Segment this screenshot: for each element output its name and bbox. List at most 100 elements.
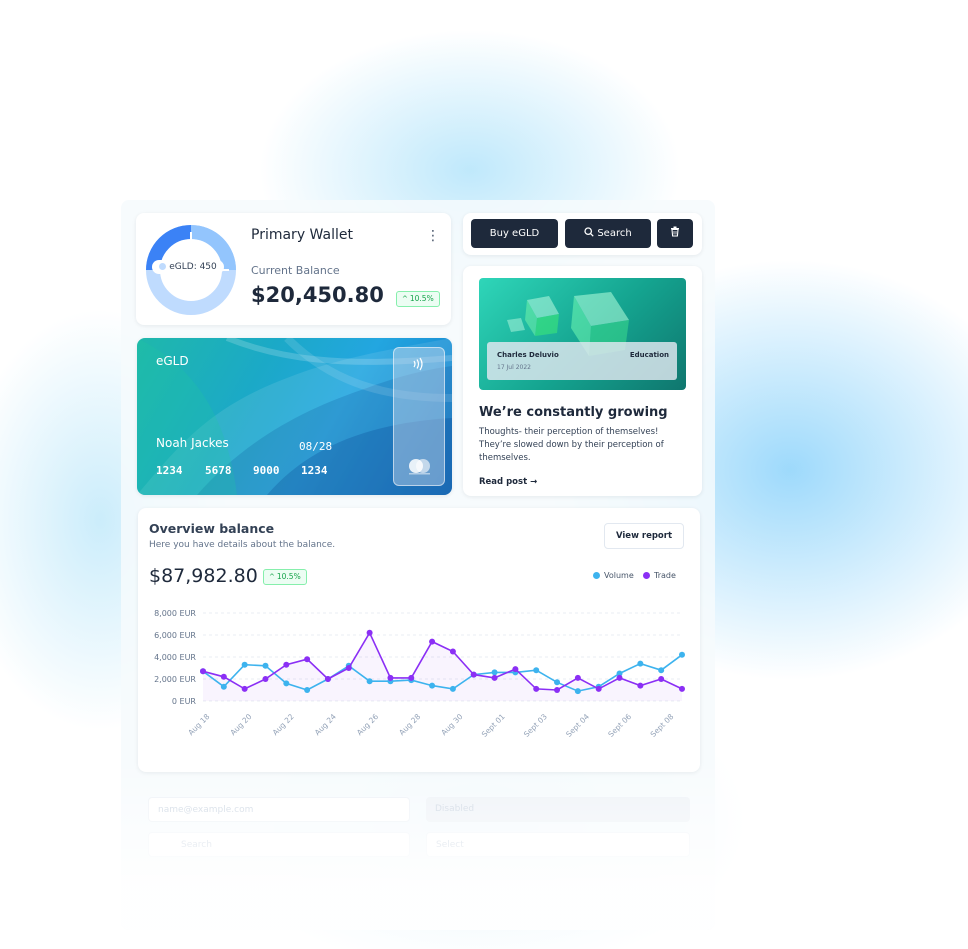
volume-data-point — [574, 688, 581, 695]
trade-data-point — [679, 685, 685, 692]
volume-data-point — [533, 667, 540, 674]
trade-data-point — [220, 673, 227, 680]
donut-tooltip-text: eGLD: 450 — [169, 262, 217, 272]
balance-amount: $20,450.80 — [251, 283, 384, 307]
y-tick-label: 0 EUR — [172, 697, 197, 706]
card-number-group: 9000 — [253, 464, 280, 477]
blog-category: Education — [629, 351, 669, 359]
volume-data-point — [241, 661, 248, 668]
trade-data-point — [616, 674, 623, 681]
trade-data-point — [200, 668, 206, 675]
select-input[interactable]: Select — [426, 832, 690, 857]
trade-data-point — [324, 676, 331, 682]
blog-author: Charles Deluvio — [497, 351, 559, 359]
volume-data-point — [283, 680, 290, 687]
trade-data-point — [470, 671, 477, 678]
email-placeholder: name@example.com — [158, 805, 254, 815]
disabled-input-label: Disabled — [435, 804, 475, 814]
overview-change-text: 10.5% — [276, 572, 301, 581]
volume-data-point — [429, 682, 436, 689]
select-placeholder: Select — [436, 840, 464, 850]
delete-button[interactable] — [657, 219, 693, 248]
card-number-group: 1234 — [301, 464, 328, 477]
y-tick-label: 6,000 EUR — [154, 631, 196, 640]
trash-icon — [671, 226, 679, 237]
blog-cover-image[interactable]: Charles Deluvio 17 Jul 2022 Education — [479, 278, 686, 390]
trade-data-point — [449, 648, 456, 655]
search-button-label: Search — [597, 228, 632, 239]
read-post-link[interactable]: Read post → — [479, 477, 537, 487]
legend-volume-label: Volume — [604, 571, 634, 580]
y-tick-label: 2,000 EUR — [154, 675, 196, 684]
view-report-button[interactable]: View report — [604, 523, 684, 549]
buy-egld-button[interactable]: Buy eGLD — [471, 219, 558, 248]
dashboard-window: eGLD: 450 Primary Wallet ⋮ Current Balan… — [121, 200, 715, 930]
search-icon — [584, 227, 594, 237]
card-brand: eGLD — [156, 354, 189, 368]
blog-meta-overlay: Charles Deluvio 17 Jul 2022 Education — [487, 342, 677, 380]
x-tick-label: Sept 03 — [522, 712, 549, 739]
disabled-input: Disabled — [426, 797, 690, 822]
trade-data-point — [574, 674, 581, 681]
trade-data-point — [366, 629, 373, 636]
x-tick-label: Aug 24 — [313, 712, 338, 737]
trade-data-point — [241, 685, 248, 692]
credit-card[interactable]: eGLD Noah Jackes 08/28 1234 5678 9000 12… — [137, 338, 452, 495]
contactless-icon — [413, 357, 423, 371]
kebab-vertical-icon[interactable]: ⋮ — [426, 228, 440, 244]
arrow-up-icon: ^ — [269, 573, 275, 581]
overview-total: $87,982.80 — [149, 565, 258, 587]
trade-data-point — [429, 638, 436, 645]
x-tick-label: Sept 01 — [480, 712, 507, 739]
volume-data-point — [679, 651, 685, 658]
blog-date: 17 Jul 2022 — [497, 364, 531, 371]
card-number-group: 1234 — [156, 464, 183, 477]
email-input[interactable]: name@example.com — [148, 797, 410, 822]
legend-dot-icon — [643, 571, 650, 579]
y-tick-label: 8,000 EUR — [154, 609, 196, 618]
blog-post-card: Charles Deluvio 17 Jul 2022 Education We… — [463, 266, 702, 496]
volume-data-point — [220, 683, 227, 690]
overview-balance-card: Overview balance Here you have details a… — [138, 508, 700, 772]
x-tick-label: Sept 06 — [606, 712, 633, 739]
trade-data-point — [533, 685, 540, 692]
trade-data-point — [262, 676, 269, 682]
overview-line-chart: 8,000 EUR 6,000 EUR 4,000 EUR 2,000 EUR 0 EU… — [154, 609, 685, 739]
search-placeholder: Search — [181, 840, 212, 850]
overview-subtitle: Here you have details about the balance. — [149, 540, 336, 550]
x-tick-label: Aug 20 — [228, 712, 253, 737]
card-number-group: 5678 — [205, 464, 232, 477]
search-button[interactable]: Search — [565, 219, 651, 248]
action-toolbar: Buy eGLD Search — [463, 213, 702, 255]
overview-change-badge: ^ 10.5% — [263, 569, 307, 585]
blog-excerpt: Thoughts- their perception of themselves… — [479, 427, 664, 463]
trade-data-point — [512, 666, 519, 673]
arrow-right-icon: → — [530, 477, 538, 487]
blog-title: We’re constantly growing — [479, 405, 668, 420]
donut-tooltip: eGLD: 450 — [152, 260, 224, 274]
trade-area — [203, 632, 682, 701]
legend-dot-icon — [593, 571, 600, 579]
card-holder-name: Noah Jackes — [156, 436, 229, 450]
wallet-title: Primary Wallet — [251, 227, 353, 243]
card-expiry: 08/28 — [299, 440, 333, 453]
overview-title: Overview balance — [149, 521, 275, 536]
x-tick-label: Sept 08 — [649, 712, 676, 739]
trade-data-point — [637, 682, 644, 689]
x-tick-label: Aug 28 — [397, 712, 422, 737]
trade-data-point — [345, 665, 352, 671]
balance-change-text: 10.5% — [409, 294, 434, 303]
legend-dot-icon — [159, 262, 167, 270]
search-input[interactable]: Search — [148, 832, 410, 857]
arrow-up-icon: ^ — [402, 295, 408, 303]
volume-data-point — [637, 660, 644, 667]
legend-volume[interactable]: Volume — [593, 571, 634, 580]
legend-trade[interactable]: Trade — [643, 571, 676, 580]
mastercard-logo — [409, 459, 430, 475]
trade-data-point — [491, 674, 498, 681]
volume-data-point — [366, 678, 373, 685]
volume-data-point — [449, 685, 456, 692]
trade-data-point — [658, 676, 665, 682]
legend-trade-label: Trade — [654, 571, 676, 580]
trade-data-point — [408, 674, 415, 681]
